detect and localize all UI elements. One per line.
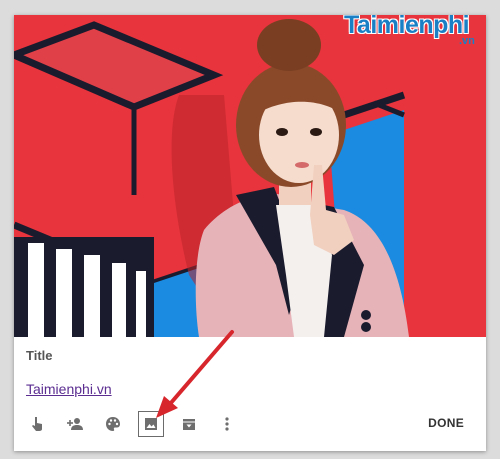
reminder-button[interactable]: [24, 411, 50, 437]
add-collaborator-icon: [67, 418, 83, 430]
title-field[interactable]: Title: [26, 348, 53, 363]
color-button[interactable]: [100, 411, 126, 437]
done-button[interactable]: DONE: [428, 416, 464, 430]
archive-button[interactable]: [176, 411, 202, 437]
note-image[interactable]: Taimienphi .vn: [14, 15, 486, 337]
image-icon: [145, 418, 157, 430]
photo-illustration: [14, 15, 486, 337]
watermark-suffix: .vn: [459, 35, 475, 47]
add-image-button[interactable]: [138, 411, 164, 437]
note-toolbar: DONE: [14, 411, 486, 441]
more-options-button[interactable]: [214, 411, 240, 437]
collaborator-button[interactable]: [62, 411, 88, 437]
archive-icon: [183, 419, 195, 430]
more-vert-icon: [225, 417, 229, 431]
palette-icon: [106, 417, 120, 431]
note-body-text[interactable]: Taimienphi.vn: [26, 381, 112, 397]
note-card: Taimienphi .vn Title Taimienphi.vn DONE: [14, 15, 486, 451]
reminder-hand-icon: [32, 417, 42, 431]
